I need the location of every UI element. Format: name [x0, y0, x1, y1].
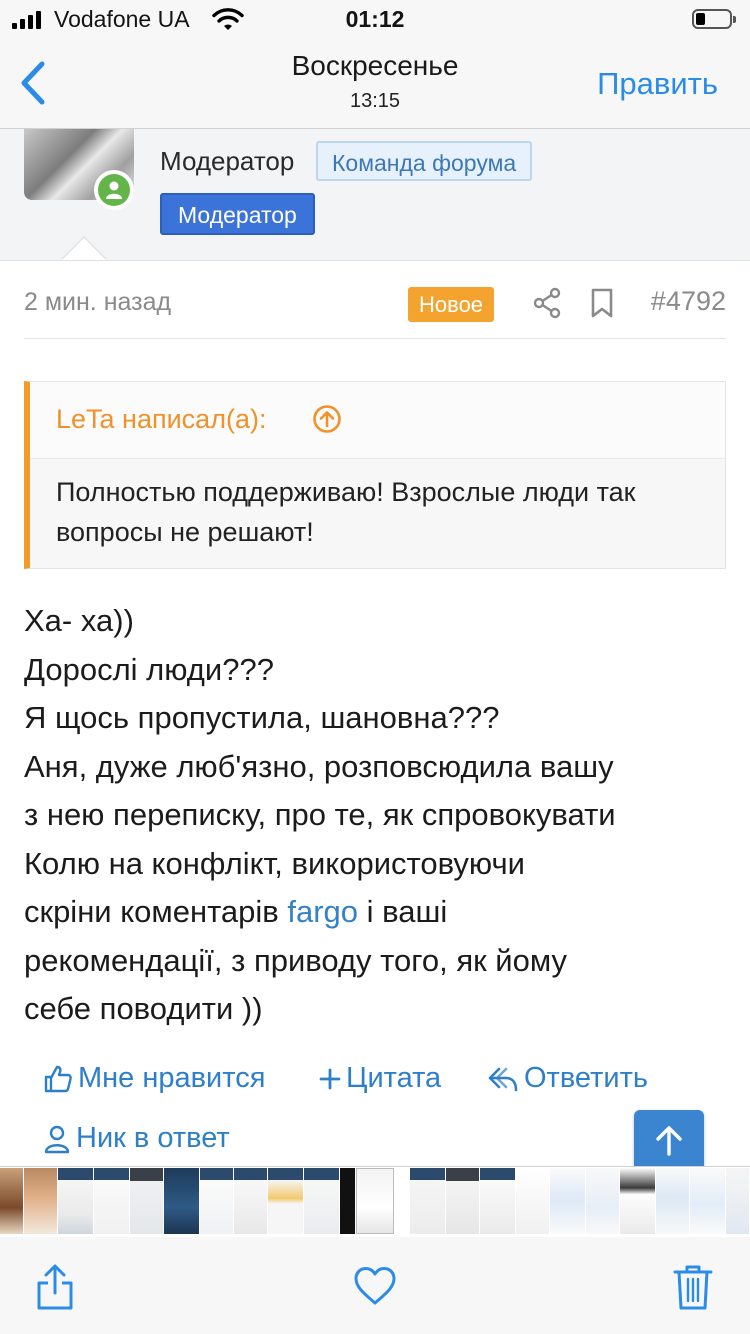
post-message: Ха- ха)) Дорослі люди??? Я щось пропусти… [24, 597, 726, 1034]
online-badge [94, 170, 134, 210]
thumbnail[interactable] [446, 1168, 480, 1234]
plus-icon [319, 1068, 341, 1089]
edit-button[interactable]: Править [597, 66, 718, 102]
message-line: скріни коментарів fargo і ваші [24, 888, 726, 937]
thumbnail[interactable] [726, 1168, 750, 1234]
mention-link[interactable]: fargo [287, 894, 358, 929]
thumbnail-strip[interactable] [0, 1166, 750, 1238]
like-label: Мне нравится [78, 1062, 266, 1094]
thumbnail[interactable] [234, 1168, 268, 1234]
quote-author[interactable]: LeTa написал(а): [56, 404, 266, 435]
quote-header: LeTa написал(а): [30, 382, 725, 459]
thumbnail[interactable] [58, 1168, 94, 1234]
thumbnail[interactable] [304, 1168, 340, 1234]
thumbnail[interactable] [516, 1168, 550, 1234]
like-button[interactable]: Мне нравится [42, 1062, 265, 1095]
role-badge: Модератор [160, 193, 315, 235]
reply-label: Ответить [524, 1062, 648, 1094]
message-line: з нею переписку, про те, як спровокувати [24, 797, 616, 832]
post-meta: 2 мин. назад Новое #4792 [24, 270, 726, 339]
thumbnail[interactable] [340, 1168, 356, 1234]
thumbnail[interactable] [94, 1168, 130, 1234]
status-bar: Vodafone UA 01:12 [0, 0, 750, 40]
share-icon[interactable] [34, 1263, 76, 1311]
new-badge: Новое [408, 287, 495, 322]
message-line: Дорослі люди??? [24, 651, 274, 687]
post-number[interactable]: #4792 [651, 286, 726, 317]
battery-icon [692, 9, 736, 29]
thumbnail[interactable] [620, 1168, 656, 1234]
quote-button[interactable]: Цитата [318, 1062, 441, 1095]
message-text: і ваші [358, 894, 448, 929]
user-online-icon [106, 181, 122, 199]
thumbnail[interactable] [586, 1168, 620, 1234]
thumbs-up-icon [44, 1065, 72, 1092]
message-line: Ха- ха)) [24, 603, 134, 638]
header: Vodafone UA 01:12 Воскресенье 13:15 Прав… [0, 0, 750, 129]
thumbnail[interactable] [480, 1168, 516, 1234]
message-text: скріни коментарів [24, 894, 288, 929]
thumbnail[interactable] [24, 1168, 58, 1234]
reply-button[interactable]: Ответить [486, 1062, 648, 1095]
reply-arrow-icon [488, 1067, 518, 1091]
heart-icon[interactable] [352, 1265, 398, 1307]
bookmark-icon[interactable] [588, 286, 616, 320]
thumbnail[interactable] [356, 1168, 394, 1234]
thumbnail[interactable] [200, 1168, 234, 1234]
trash-icon[interactable] [672, 1263, 714, 1311]
arrow-up-icon [656, 1126, 682, 1156]
user-title: Модератор [160, 146, 295, 176]
post-time[interactable]: 2 мин. назад [24, 288, 171, 317]
thumbnail[interactable] [268, 1168, 304, 1234]
quote-up-arrow-icon[interactable] [312, 404, 342, 434]
user-icon [44, 1125, 70, 1153]
share-icon[interactable] [532, 286, 562, 320]
thumbnail[interactable] [130, 1168, 164, 1234]
message-line: рекомендації, з приводу того, як йому [24, 942, 568, 978]
quote-text: Полностью поддерживаю! Взрослые люди так… [56, 477, 636, 547]
thumbnail[interactable] [164, 1168, 200, 1234]
thumbnail[interactable] [0, 1168, 24, 1234]
thumbnail[interactable] [690, 1168, 726, 1234]
status-time: 01:12 [345, 6, 405, 32]
thumbnail[interactable] [550, 1168, 586, 1234]
message-line: Аня, дуже люб'язно, розповсюдила вашу [24, 748, 614, 784]
scroll-top-button[interactable] [634, 1110, 704, 1170]
thumbnail[interactable] [656, 1168, 690, 1234]
mention-button[interactable]: Ник в ответ [42, 1122, 230, 1155]
bottom-toolbar [0, 1237, 750, 1334]
thumbnail[interactable] [410, 1168, 446, 1234]
message-line: себе поводити )) [24, 991, 263, 1026]
message-line: Я щось пропустила, шановна??? [24, 700, 500, 735]
message-line: Колю на конфлікт, використовуючи [24, 845, 525, 881]
quote-block: LeTa написал(а): Полностью поддерживаю! … [24, 381, 726, 569]
team-badge: Команда форума [316, 141, 533, 181]
quote-label: Цитата [346, 1062, 442, 1094]
card-pointer-fill [62, 238, 106, 260]
mention-label: Ник в ответ [76, 1122, 230, 1154]
